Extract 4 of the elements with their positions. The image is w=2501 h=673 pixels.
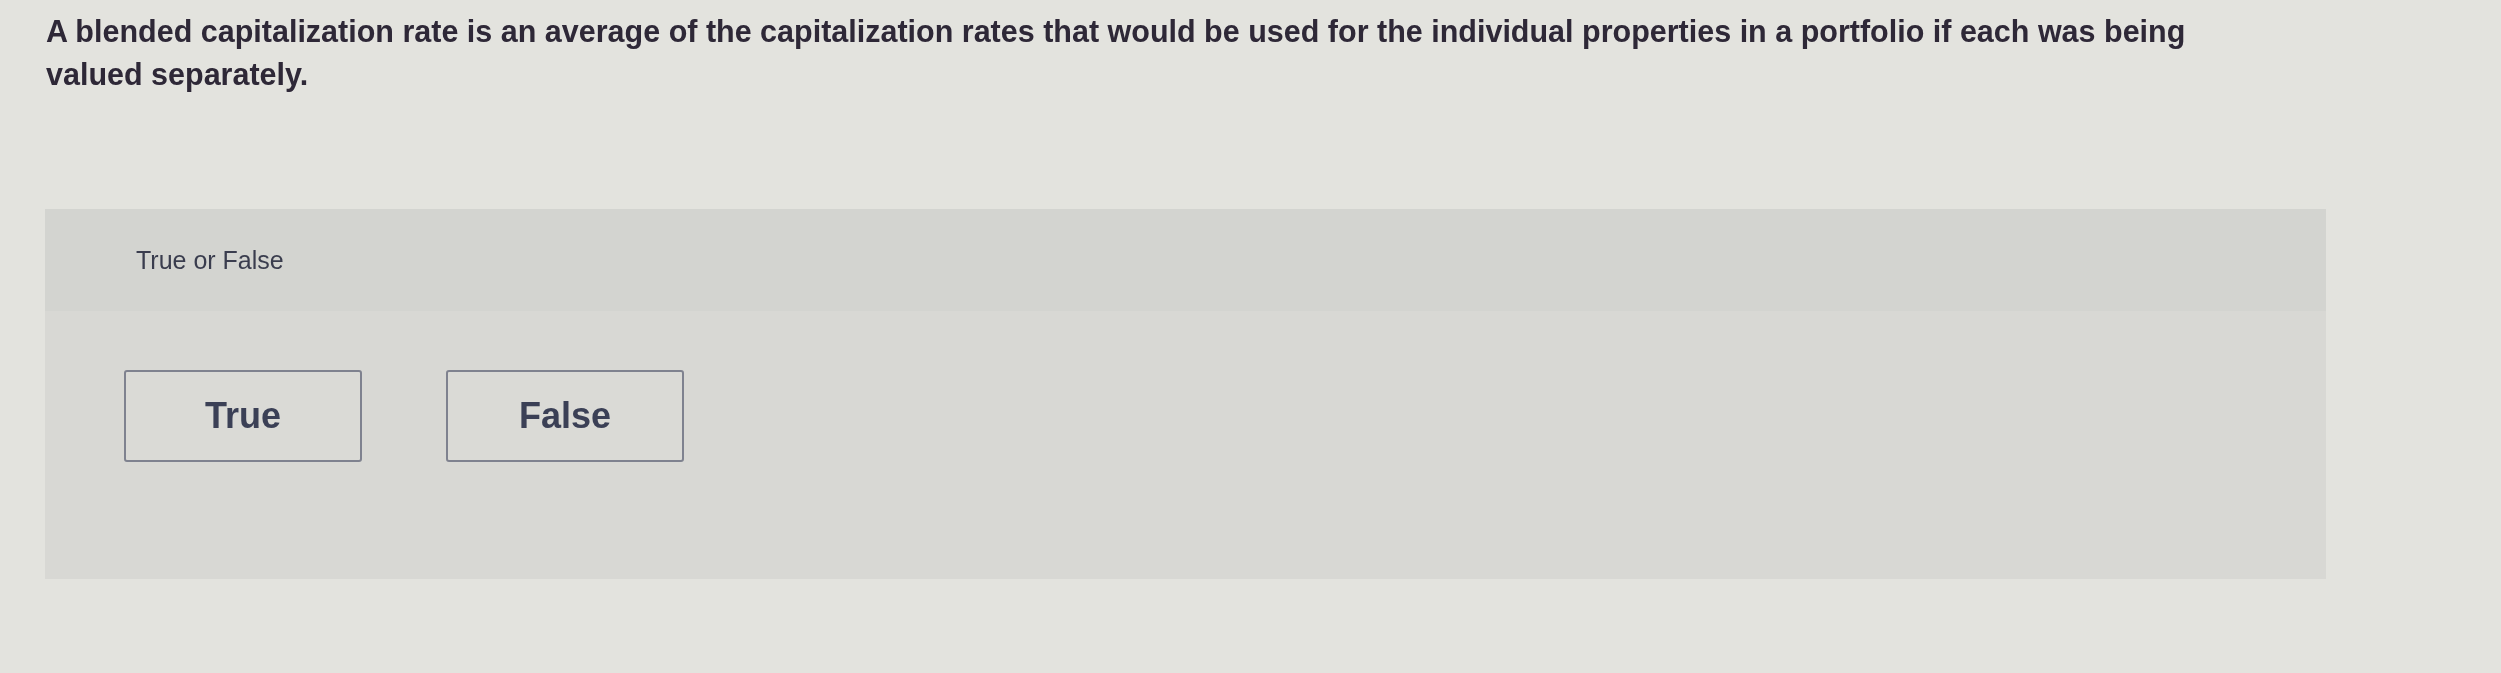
answer-option-button[interactable]: False bbox=[446, 370, 684, 462]
answer-option-button[interactable]: True bbox=[124, 370, 362, 462]
prompt-text: True or False bbox=[136, 245, 284, 275]
question-text: A blended capitalization rate is an average of the capitalization rates that would be used for the individual properties in a portfolio if each was being valued separately. bbox=[46, 13, 2187, 94]
